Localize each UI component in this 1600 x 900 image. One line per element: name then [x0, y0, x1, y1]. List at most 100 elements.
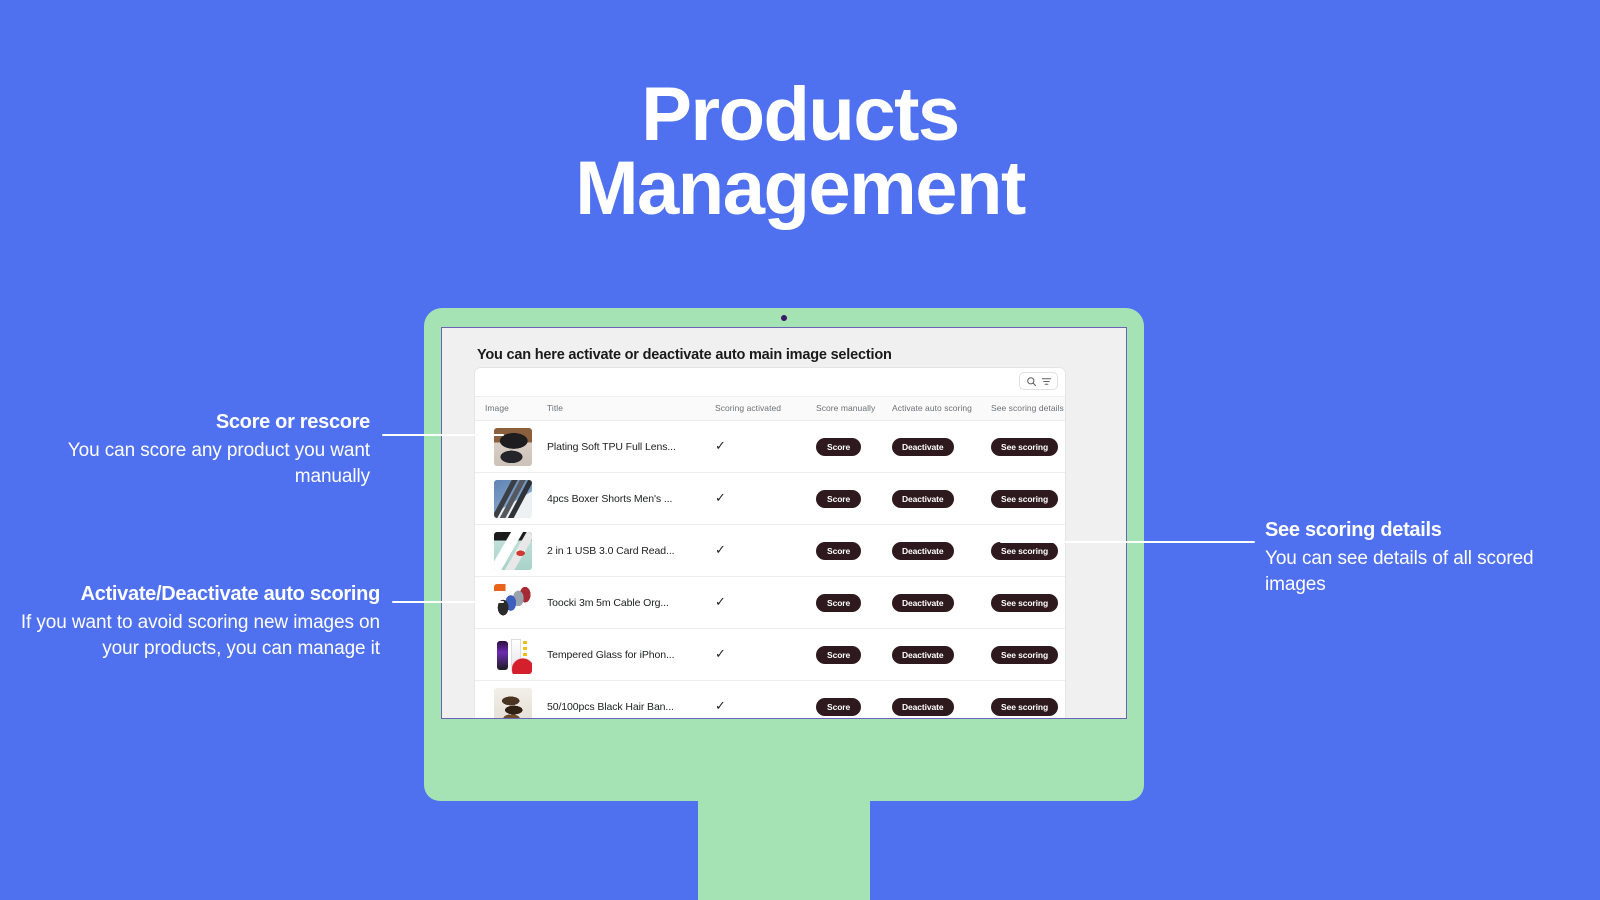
- cell-see-scoring-details: See scoring: [991, 524, 1065, 577]
- check-icon: ✓: [715, 541, 726, 557]
- annotation-activate-deactivate: Activate/Deactivate auto scoring If you …: [10, 582, 380, 661]
- cell-activate-auto-scoring: Deactivate: [892, 472, 991, 525]
- column-header-image: Image: [475, 397, 547, 421]
- product-title: 50/100pcs Black Hair Ban...: [547, 700, 674, 713]
- cell-score-manually: Score: [816, 420, 892, 473]
- deactivate-button[interactable]: Deactivate: [892, 489, 954, 509]
- column-header-title: Title: [547, 397, 715, 421]
- check-icon: ✓: [715, 697, 726, 713]
- see-scoring-button[interactable]: See scoring: [991, 437, 1059, 457]
- webcam-dot: [781, 315, 787, 321]
- score-button[interactable]: Score: [816, 437, 862, 457]
- deactivate-button[interactable]: Deactivate: [892, 697, 954, 717]
- table-row[interactable]: Tempered Glass for iPhon... ✓ Score Deac…: [475, 628, 1065, 681]
- monitor-mockup: You can here activate or deactivate auto…: [424, 308, 1144, 900]
- leader-line-details: [1000, 541, 1255, 543]
- cell-title: 50/100pcs Black Hair Ban...: [547, 680, 715, 718]
- cell-image: [475, 524, 547, 577]
- check-icon: ✓: [715, 593, 726, 609]
- table-row[interactable]: Toocki 3m 5m Cable Org... ✓ Score Deacti…: [475, 576, 1065, 629]
- cell-activate-auto-scoring: Deactivate: [892, 524, 991, 577]
- cell-scoring-activated: ✓: [715, 576, 816, 629]
- monitor-screen: You can here activate or deactivate auto…: [441, 327, 1127, 719]
- deactivate-button[interactable]: Deactivate: [892, 645, 954, 665]
- column-header-see-scoring-details: See scoring details: [991, 397, 1065, 421]
- column-header-activate-auto-scoring: Activate auto scoring: [892, 397, 991, 421]
- annotation-see-scoring-details: See scoring details You can see details …: [1265, 518, 1575, 597]
- cell-score-manually: Score: [816, 472, 892, 525]
- product-thumbnail: [494, 687, 532, 718]
- cell-see-scoring-details: See scoring: [991, 576, 1065, 629]
- cell-score-manually: Score: [816, 680, 892, 718]
- annotation-title: Score or rescore: [215, 411, 370, 433]
- cell-score-manually: Score: [816, 628, 892, 681]
- leader-line-activate: [392, 601, 504, 603]
- cell-image: [475, 420, 547, 473]
- cell-activate-auto-scoring: Deactivate: [892, 576, 991, 629]
- table-toolbar: [475, 368, 1065, 397]
- table-header-row: Image Title Scoring activated Score manu…: [475, 397, 1065, 421]
- score-button[interactable]: Score: [816, 645, 862, 665]
- cell-scoring-activated: ✓: [715, 524, 816, 577]
- cell-title: 4pcs Boxer Shorts Men's ...: [547, 472, 715, 525]
- score-button[interactable]: Score: [816, 697, 862, 717]
- products-card: Image Title Scoring activated Score manu…: [475, 368, 1065, 718]
- score-button[interactable]: Score: [816, 489, 862, 509]
- search-icon[interactable]: [1025, 375, 1037, 387]
- see-scoring-button[interactable]: See scoring: [991, 697, 1059, 717]
- see-scoring-button[interactable]: See scoring: [991, 489, 1059, 509]
- cell-score-manually: Score: [816, 524, 892, 577]
- deactivate-button[interactable]: Deactivate: [892, 437, 954, 457]
- table-row[interactable]: Plating Soft TPU Full Lens... ✓ Score De…: [475, 420, 1065, 473]
- table-head: Image Title Scoring activated Score manu…: [475, 397, 1065, 421]
- product-title: 4pcs Boxer Shorts Men's ...: [547, 492, 673, 505]
- table-row[interactable]: 50/100pcs Black Hair Ban... ✓ Score Deac…: [475, 680, 1065, 718]
- annotation-score-or-rescore: Score or rescore You can score any produ…: [20, 410, 371, 489]
- cell-see-scoring-details: See scoring: [991, 420, 1065, 473]
- cell-see-scoring-details: See scoring: [991, 628, 1065, 681]
- cell-title: Tempered Glass for iPhon...: [547, 628, 715, 681]
- see-scoring-button[interactable]: See scoring: [991, 645, 1059, 665]
- check-icon: ✓: [715, 437, 726, 453]
- check-icon: ✓: [715, 489, 726, 505]
- filter-icon[interactable]: [1040, 375, 1052, 387]
- monitor-stand: [698, 801, 870, 900]
- score-button[interactable]: Score: [816, 593, 862, 613]
- toolbar-actions: [1019, 372, 1058, 390]
- annotation-body: You can see details of all scored images: [1265, 548, 1534, 595]
- table-body: Plating Soft TPU Full Lens... ✓ Score De…: [475, 420, 1065, 718]
- app-viewport: You can here activate or deactivate auto…: [442, 328, 1126, 718]
- cell-image: [475, 680, 547, 718]
- see-scoring-button[interactable]: See scoring: [991, 541, 1059, 561]
- product-thumbnail: [494, 635, 532, 674]
- leader-line-score: [382, 434, 504, 436]
- column-header-score-manually: Score manually: [816, 397, 892, 421]
- cell-scoring-activated: ✓: [715, 420, 816, 473]
- deactivate-button[interactable]: Deactivate: [892, 593, 954, 613]
- cell-score-manually: Score: [816, 576, 892, 629]
- table-row[interactable]: 2 in 1 USB 3.0 Card Read... ✓ Score Deac…: [475, 524, 1065, 577]
- see-scoring-button[interactable]: See scoring: [991, 593, 1059, 613]
- annotation-title: Activate/Deactivate auto scoring: [80, 583, 381, 605]
- annotation-body: If you want to avoid scoring new images …: [20, 612, 380, 659]
- app-heading: You can here activate or deactivate auto…: [477, 347, 892, 363]
- cell-scoring-activated: ✓: [715, 680, 816, 718]
- product-title: Toocki 3m 5m Cable Org...: [547, 596, 669, 609]
- product-thumbnail: [494, 531, 532, 570]
- cell-see-scoring-details: See scoring: [991, 472, 1065, 525]
- column-header-scoring-activated: Scoring activated: [715, 397, 816, 421]
- cell-image: [475, 628, 547, 681]
- cell-scoring-activated: ✓: [715, 472, 816, 525]
- product-title: 2 in 1 USB 3.0 Card Read...: [547, 544, 675, 557]
- score-button[interactable]: Score: [816, 541, 862, 561]
- deactivate-button[interactable]: Deactivate: [892, 541, 954, 561]
- cell-see-scoring-details: See scoring: [991, 680, 1065, 718]
- cell-title: 2 in 1 USB 3.0 Card Read...: [547, 524, 715, 577]
- annotation-title: See scoring details: [1265, 519, 1442, 541]
- product-title: Tempered Glass for iPhon...: [547, 648, 675, 661]
- annotation-body: You can score any product you want manua…: [67, 440, 370, 487]
- table-row[interactable]: 4pcs Boxer Shorts Men's ... ✓ Score Deac…: [475, 472, 1065, 525]
- cell-title: Toocki 3m 5m Cable Org...: [547, 576, 715, 629]
- cell-title: Plating Soft TPU Full Lens...: [547, 420, 715, 473]
- product-title: Plating Soft TPU Full Lens...: [547, 440, 676, 453]
